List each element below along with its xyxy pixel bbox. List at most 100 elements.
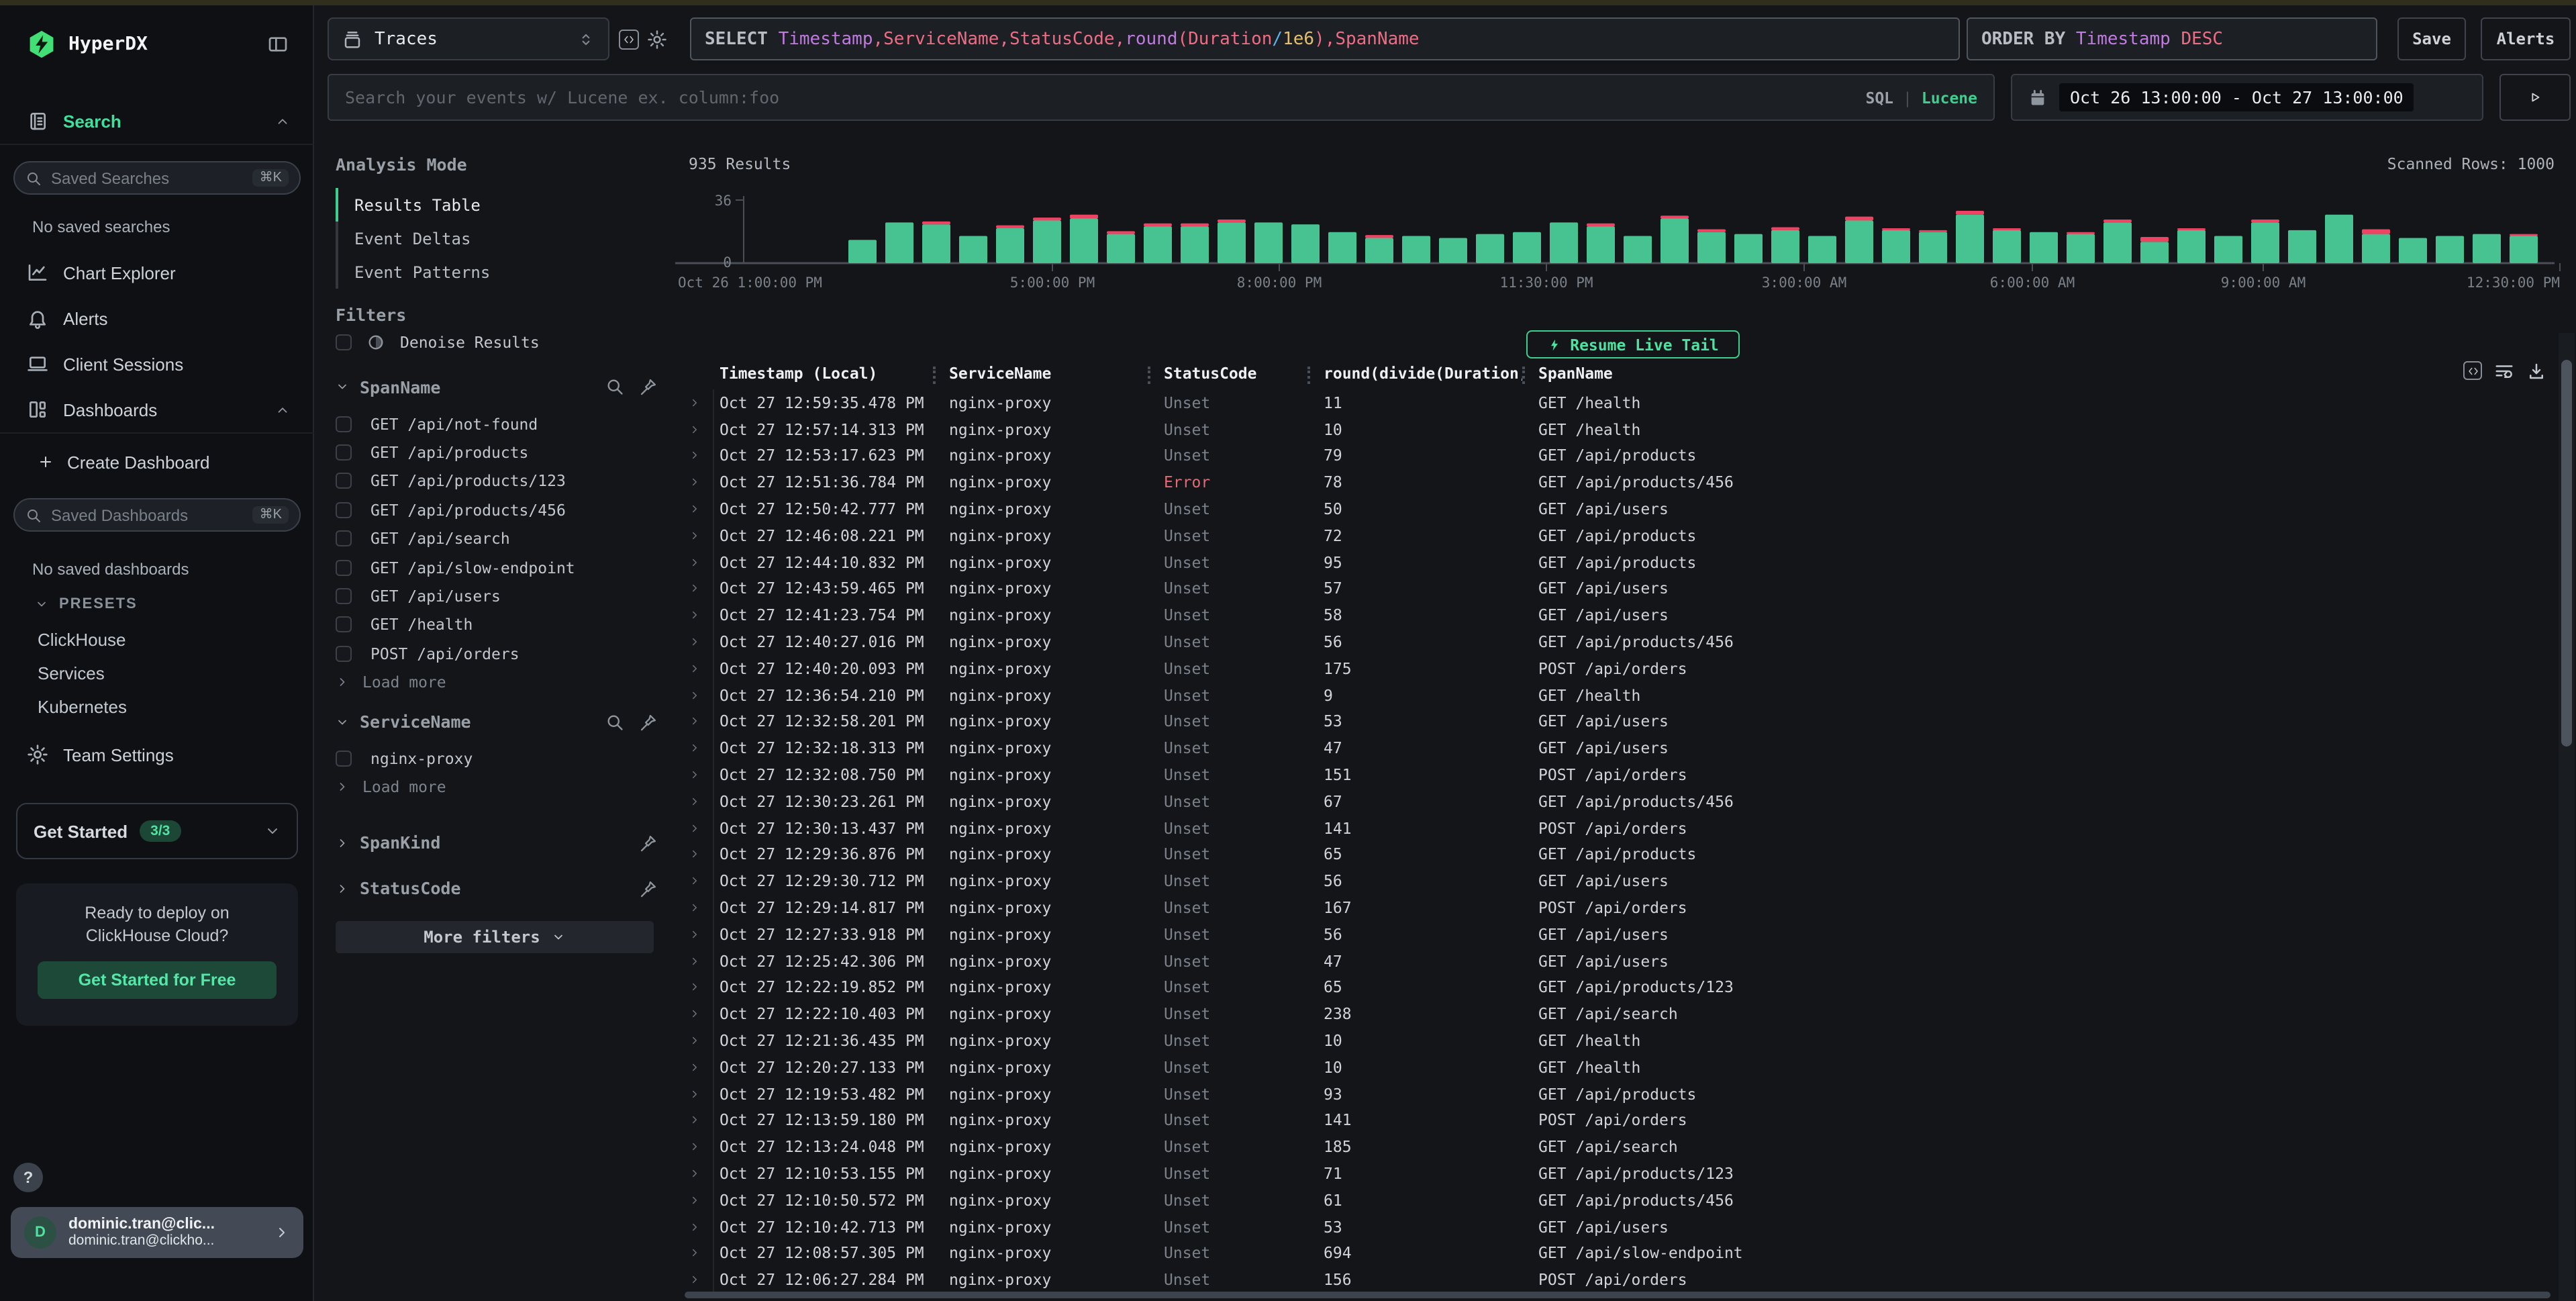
table-row[interactable]: Oct 27 12:10:42.713 PM nginx-proxy Unset… xyxy=(675,1213,2563,1240)
expand-row-icon[interactable] xyxy=(689,1194,701,1206)
expand-row-icon[interactable] xyxy=(689,955,701,967)
saved-searches-input[interactable]: Saved Searches ⌘K xyxy=(13,161,301,195)
table-row[interactable]: Oct 27 12:40:20.093 PM nginx-proxy Unset… xyxy=(675,655,2563,682)
expand-row-icon[interactable] xyxy=(689,530,701,542)
table-row[interactable]: Oct 27 12:10:53.155 PM nginx-proxy Unset… xyxy=(675,1160,2563,1187)
filter-option[interactable]: GET /api/products/123 xyxy=(336,467,658,496)
expand-row-icon[interactable] xyxy=(689,689,701,701)
table-row[interactable]: Oct 27 12:25:42.306 PM nginx-proxy Unset… xyxy=(675,947,2563,974)
table-row[interactable]: Oct 27 12:08:57.305 PM nginx-proxy Unset… xyxy=(675,1240,2563,1267)
expand-row-icon[interactable] xyxy=(689,423,701,435)
pin-icon[interactable] xyxy=(639,377,658,396)
expand-row-icon[interactable] xyxy=(689,1141,701,1153)
lang-sql-toggle[interactable]: SQL xyxy=(1865,88,1893,107)
denoise-checkbox-row[interactable]: Denoise Results xyxy=(336,332,658,353)
expand-row-icon[interactable] xyxy=(689,583,701,595)
filter-option[interactable]: GET /api/search xyxy=(336,524,658,553)
load-more[interactable]: Load more xyxy=(336,668,658,695)
vertical-scrollbar-thumb[interactable] xyxy=(2561,360,2572,746)
table-row[interactable]: Oct 27 12:50:42.777 PM nginx-proxy Unset… xyxy=(675,495,2563,522)
pin-icon[interactable] xyxy=(639,712,658,731)
search-icon[interactable] xyxy=(605,377,624,396)
get-started-free-button[interactable]: Get Started for Free xyxy=(38,961,277,999)
sidebar-item-team-settings[interactable]: Team Settings xyxy=(27,742,290,767)
table-row[interactable]: Oct 27 12:29:30.712 PM nginx-proxy Unset… xyxy=(675,868,2563,895)
more-filters-button[interactable]: More filters xyxy=(336,921,654,953)
table-row[interactable]: Oct 27 12:51:36.784 PM nginx-proxy Error… xyxy=(675,469,2563,496)
checkbox[interactable] xyxy=(336,588,352,604)
column-header[interactable]: round(divide(Duration, xyxy=(1324,364,1522,383)
expand-row-icon[interactable] xyxy=(689,742,701,755)
expand-row-icon[interactable] xyxy=(689,477,701,489)
sql-editor-button[interactable] xyxy=(619,30,639,50)
checkbox[interactable] xyxy=(336,334,352,350)
filter-option[interactable]: GET /api/products/456 xyxy=(336,495,658,524)
expand-row-icon[interactable] xyxy=(689,875,701,887)
table-row[interactable]: Oct 27 12:36:54.210 PM nginx-proxy Unset… xyxy=(675,682,2563,709)
pin-icon[interactable] xyxy=(639,879,658,898)
brand[interactable]: HyperDX xyxy=(27,30,148,59)
table-row[interactable]: Oct 27 12:43:59.465 PM nginx-proxy Unset… xyxy=(675,575,2563,602)
expand-row-icon[interactable] xyxy=(689,663,701,675)
column-resize-handle[interactable] xyxy=(1307,367,1310,384)
lang-lucene-toggle[interactable]: Lucene xyxy=(1922,88,1977,107)
table-row[interactable]: Oct 27 12:13:59.180 PM nginx-proxy Unset… xyxy=(675,1107,2563,1134)
orderby-query-input[interactable]: ORDER BY Timestamp DESC xyxy=(1967,17,2377,60)
table-row[interactable]: Oct 27 12:46:08.221 PM nginx-proxy Unset… xyxy=(675,522,2563,549)
expand-row-icon[interactable] xyxy=(689,397,701,409)
expand-row-icon[interactable] xyxy=(689,796,701,808)
checkbox[interactable] xyxy=(336,559,352,575)
checkbox[interactable] xyxy=(336,617,352,633)
checkbox[interactable] xyxy=(336,646,352,662)
table-row[interactable]: Oct 27 12:32:08.750 PM nginx-proxy Unset… xyxy=(675,761,2563,788)
column-header[interactable]: StatusCode xyxy=(1164,364,1257,383)
table-row[interactable]: Oct 27 12:30:23.261 PM nginx-proxy Unset… xyxy=(675,788,2563,815)
expand-row-icon[interactable] xyxy=(689,716,701,728)
table-row[interactable]: Oct 27 12:32:58.201 PM nginx-proxy Unset… xyxy=(675,708,2563,735)
pin-icon[interactable] xyxy=(639,834,658,853)
sidebar-item-alerts[interactable]: Alerts xyxy=(27,306,290,330)
table-row[interactable]: Oct 27 12:44:10.832 PM nginx-proxy Unset… xyxy=(675,549,2563,576)
results-histogram[interactable]: 360Oct 26 1:00:00 PM5:00:00 PM8:00:00 PM… xyxy=(675,183,2576,298)
expand-row-icon[interactable] xyxy=(689,1167,701,1179)
checkbox[interactable] xyxy=(336,444,352,461)
checkbox[interactable] xyxy=(336,416,352,432)
resume-live-tail-button[interactable]: Resume Live Tail xyxy=(1526,330,1740,358)
analysis-mode-event-patterns[interactable]: Event Patterns xyxy=(336,255,658,289)
analysis-mode-results-table[interactable]: Results Table xyxy=(336,188,658,222)
expand-row-icon[interactable] xyxy=(689,1247,701,1259)
create-dashboard-button[interactable]: Create Dashboard xyxy=(38,451,209,473)
horizontal-scrollbar-thumb[interactable] xyxy=(685,1292,2550,1298)
table-row[interactable]: Oct 27 12:13:24.048 PM nginx-proxy Unset… xyxy=(675,1134,2563,1161)
source-select[interactable]: Traces xyxy=(328,17,609,60)
checkbox[interactable] xyxy=(336,751,352,767)
sidebar-item-services[interactable]: Services xyxy=(38,663,105,683)
expand-row-icon[interactable] xyxy=(689,981,701,994)
filter-option[interactable]: POST /api/orders xyxy=(336,639,658,668)
expand-row-icon[interactable] xyxy=(689,849,701,861)
table-row[interactable]: Oct 27 12:29:14.817 PM nginx-proxy Unset… xyxy=(675,894,2563,921)
expand-row-icon[interactable] xyxy=(689,1273,701,1286)
table-row[interactable]: Oct 27 12:53:17.623 PM nginx-proxy Unset… xyxy=(675,442,2563,469)
sidebar-item-client-sessions[interactable]: Client Sessions xyxy=(27,352,290,376)
search-icon[interactable] xyxy=(605,712,624,731)
date-range-picker[interactable]: Oct 26 13:00:00 - Oct 27 13:00:00 xyxy=(2011,74,2483,121)
table-row[interactable]: Oct 27 12:20:27.133 PM nginx-proxy Unset… xyxy=(675,1054,2563,1081)
table-row[interactable]: Oct 27 12:41:23.754 PM nginx-proxy Unset… xyxy=(675,602,2563,629)
table-row[interactable]: Oct 27 12:10:50.572 PM nginx-proxy Unset… xyxy=(675,1187,2563,1214)
filter-option[interactable]: nginx-proxy xyxy=(336,744,658,773)
table-row[interactable]: Oct 27 12:57:14.313 PM nginx-proxy Unset… xyxy=(675,416,2563,443)
table-row[interactable]: Oct 27 12:22:10.403 PM nginx-proxy Unset… xyxy=(675,1001,2563,1028)
checkbox[interactable] xyxy=(336,473,352,489)
expand-row-icon[interactable] xyxy=(689,769,701,781)
help-button[interactable]: ? xyxy=(13,1163,43,1192)
table-row[interactable]: Oct 27 12:27:33.918 PM nginx-proxy Unset… xyxy=(675,921,2563,948)
expand-row-icon[interactable] xyxy=(689,450,701,462)
table-row[interactable]: Oct 27 12:32:18.313 PM nginx-proxy Unset… xyxy=(675,735,2563,762)
filter-option[interactable]: GET /api/slow-endpoint xyxy=(336,553,658,582)
column-header[interactable]: ServiceName xyxy=(949,364,1051,383)
table-row[interactable]: Oct 27 12:29:36.876 PM nginx-proxy Unset… xyxy=(675,841,2563,868)
checkbox[interactable] xyxy=(336,502,352,518)
query-settings-button[interactable] xyxy=(646,28,668,51)
save-button[interactable]: Save xyxy=(2397,17,2466,60)
